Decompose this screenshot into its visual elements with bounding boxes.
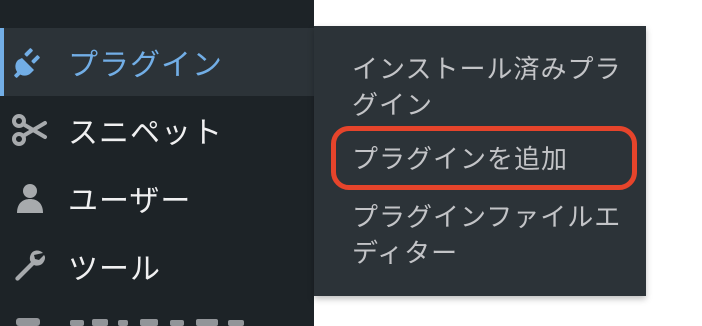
user-icon: [10, 178, 50, 218]
sidebar-top-strip: [0, 0, 314, 28]
submenu-item-installed-plugins[interactable]: インストール済みプラグイン: [352, 52, 622, 124]
sidebar-item-label: プラグイン: [68, 48, 223, 83]
plugin-icon: [10, 42, 50, 82]
sidebar-item-users[interactable]: ユーザー: [0, 164, 314, 232]
sidebar-item-label: スニペット: [68, 116, 223, 151]
wrench-icon: [10, 246, 50, 286]
sidebar-item-snippets[interactable]: スニペット: [0, 96, 314, 164]
submenu-item-add-plugin[interactable]: プラグインを追加: [352, 142, 622, 178]
sidebar-item-plugins[interactable]: プラグイン: [0, 28, 314, 96]
sidebar-item-label: ユーザー: [68, 184, 192, 219]
sidebar-item-partial: [0, 310, 314, 326]
scissors-icon: [10, 110, 50, 150]
submenu-item-plugin-file-editor[interactable]: プラグインファイルエディター: [352, 200, 622, 272]
sidebar-item-tools[interactable]: ツール: [0, 232, 314, 300]
admin-sidebar: プラグイン スニペット ユーザー ツール: [0, 0, 314, 326]
sidebar-item-label: ツール: [68, 252, 161, 287]
plugins-submenu: インストール済みプラグイン プラグインを追加 プラグインファイルエディター: [314, 26, 646, 296]
submenu-pointer: [298, 50, 314, 78]
